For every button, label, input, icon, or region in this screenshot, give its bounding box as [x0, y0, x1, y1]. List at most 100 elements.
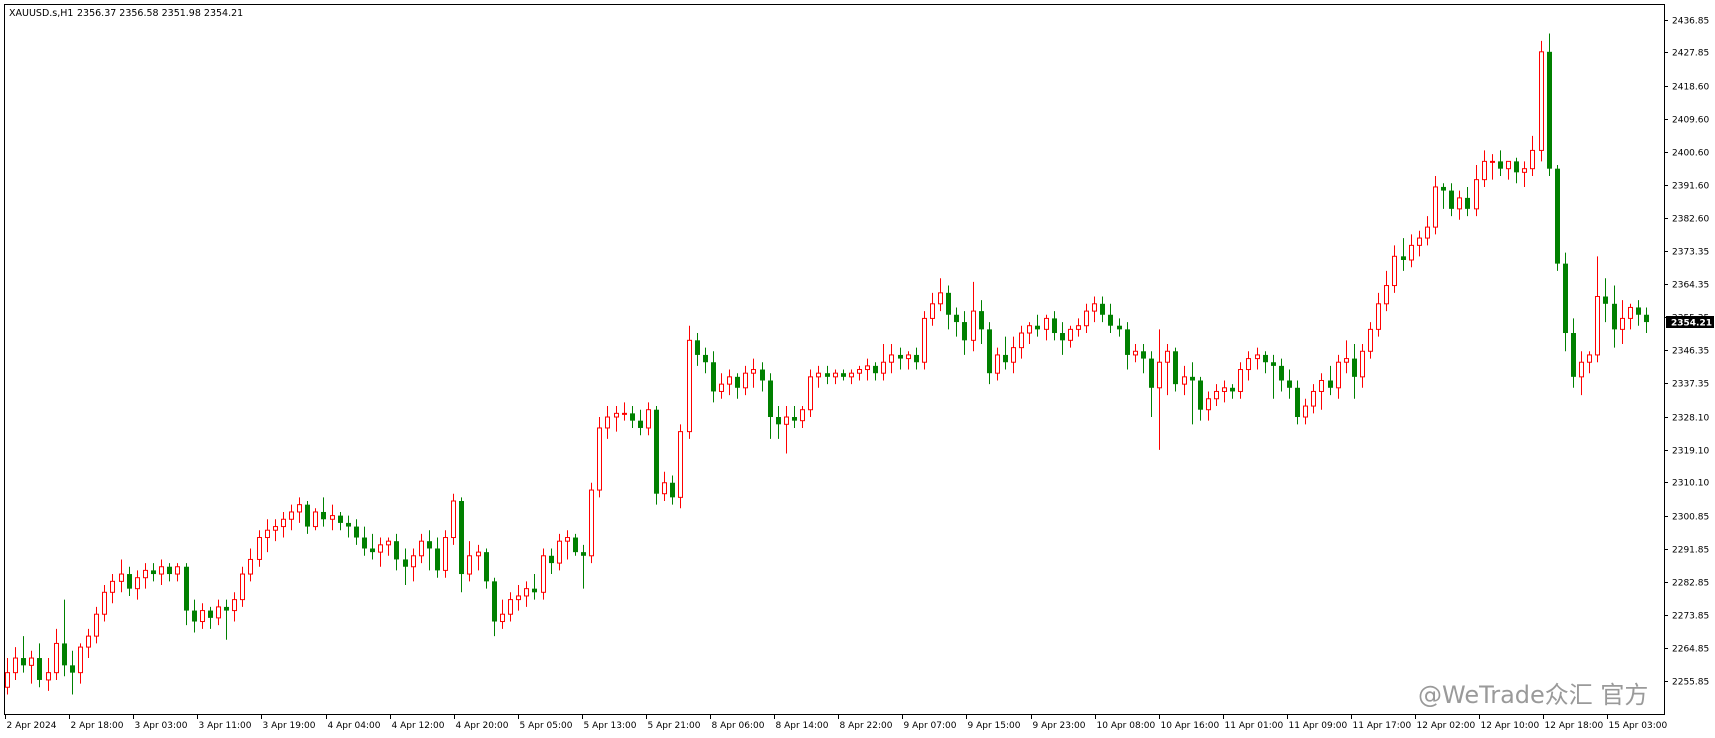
candle-body-bull: [54, 642, 59, 674]
x-tick-label: 3 Apr 03:00: [135, 721, 188, 731]
candle-body-bull: [281, 518, 286, 528]
candle-body-bear: [1514, 161, 1519, 173]
candle-body-bull: [1579, 361, 1584, 378]
candle-body-bull: [240, 573, 245, 601]
y-tick-label: 2436.85: [1672, 17, 1709, 27]
candle-body-bull: [248, 558, 253, 575]
candle-body-bull: [1539, 51, 1544, 151]
candle-body-bear: [873, 365, 878, 374]
candle-body-bull: [143, 569, 148, 579]
candle-body-bear: [427, 541, 432, 549]
candle-body-bear: [711, 362, 716, 392]
x-tick-label: 2 Apr 18:00: [71, 721, 124, 731]
candle-body-bear: [954, 314, 959, 323]
candle-body-bull: [29, 657, 34, 666]
x-tick-label: 11 Apr 17:00: [1353, 721, 1412, 731]
candle-body-bull: [1336, 361, 1341, 389]
candle-body-bull: [1417, 237, 1422, 246]
candle-body-bull: [589, 489, 594, 557]
candle-body-bear: [768, 380, 773, 418]
candle-body-bull: [1409, 244, 1414, 261]
candle-body-bull: [110, 580, 115, 593]
candle-body-bear: [492, 581, 497, 622]
candle-body-bear: [1465, 197, 1470, 209]
candle-body-bull: [467, 555, 472, 575]
candle-body-bull: [516, 595, 521, 601]
candle-body-bull: [451, 500, 456, 539]
candle-body-bear: [37, 658, 42, 680]
candle-body-bull: [719, 383, 724, 392]
candle-body-bull: [330, 515, 335, 520]
candle-body-bull: [313, 511, 318, 528]
y-tick-label: 2328.10: [1672, 414, 1709, 424]
candle-body-bear: [70, 665, 75, 673]
y-tick-label: 2255.85: [1672, 678, 1709, 688]
candle-body-bull: [1238, 369, 1243, 392]
y-tick-label: 2291.85: [1672, 546, 1709, 556]
x-tick-label: 5 Apr 13:00: [584, 721, 637, 731]
candle-body-bear: [208, 610, 213, 618]
candle-body-bear: [792, 417, 797, 421]
candle-body-bear: [1287, 380, 1292, 388]
candle-body-bull: [646, 409, 651, 429]
candle-body-bear: [305, 504, 310, 527]
candle-body-bear: [224, 606, 229, 611]
candle-body-bear: [1449, 190, 1454, 209]
x-tick-label: 9 Apr 15:00: [968, 721, 1021, 731]
candle-body-bull: [102, 591, 107, 615]
candle-body-bear: [1263, 354, 1268, 363]
candle-body-bull: [500, 613, 505, 623]
candle-body-bull: [13, 657, 18, 674]
candle-body-bull: [1587, 354, 1592, 363]
candle-body-bull: [443, 537, 448, 571]
price-chart[interactable]: 2255.85 2264.85 2273.85 2282.85 2291.85 2300.…: [0, 0, 1715, 738]
candle-body-bull: [881, 361, 886, 374]
candle-body-bear: [549, 555, 554, 564]
candle-body-bear: [630, 413, 635, 421]
candle-body-bear: [1108, 314, 1113, 326]
candle-body-bull: [557, 540, 562, 564]
candle-body-bull: [135, 577, 140, 590]
candle-body-bear: [654, 409, 659, 494]
y-tick-label: 2382.60: [1672, 215, 1709, 225]
candle-body-bull: [524, 588, 529, 597]
candle-body-bear: [1295, 387, 1300, 418]
y-tick-label: 2282.85: [1672, 579, 1709, 589]
y-tick-label: 2391.60: [1672, 182, 1709, 192]
candle-body-bull: [216, 606, 221, 619]
y-tick-label: 2418.60: [1672, 83, 1709, 93]
candle-body-bull: [159, 566, 164, 575]
candle-body-bull: [1595, 295, 1600, 356]
candle-body-bull: [86, 635, 91, 648]
candle-body-bear: [1603, 296, 1608, 304]
x-tick-label: 2 Apr 2024: [7, 721, 57, 731]
candle-body-bull: [175, 566, 180, 575]
y-tick-label: 2319.10: [1672, 447, 1709, 457]
candle-body-bear: [1271, 362, 1276, 366]
candle-body-bear: [127, 574, 132, 589]
x-tick-label: 3 Apr 19:00: [263, 721, 316, 731]
candle-body-bull: [605, 416, 610, 429]
candle-body-bear: [394, 541, 399, 560]
x-tick-label: 8 Apr 06:00: [712, 721, 765, 731]
candle-body-bull: [687, 339, 692, 433]
candle-body-bull: [1376, 303, 1381, 330]
candle-body-bull: [1165, 350, 1170, 363]
candle-body-bull: [995, 354, 1000, 374]
candle-body-bear: [321, 511, 326, 520]
candle-body-bull: [597, 427, 602, 491]
symbol-label: XAUUSD.s,H1: [9, 8, 73, 19]
candle-body-bull: [1319, 379, 1324, 392]
candle-body-bear: [760, 369, 765, 381]
candle-body-bear: [1230, 387, 1235, 392]
candle-body-bull: [1360, 350, 1365, 378]
candle-body-bear: [1198, 380, 1203, 410]
candle-body-bear: [1125, 329, 1130, 355]
candle-body-bull: [476, 551, 481, 557]
current-price-label: 2354.21: [1671, 319, 1712, 329]
candle-body-bear: [638, 420, 643, 428]
x-tick-label: 4 Apr 20:00: [456, 721, 509, 731]
candle-body-bear: [1547, 51, 1552, 169]
candle-body-bull: [1214, 390, 1219, 400]
y-tick-label: 2364.35: [1672, 281, 1709, 291]
